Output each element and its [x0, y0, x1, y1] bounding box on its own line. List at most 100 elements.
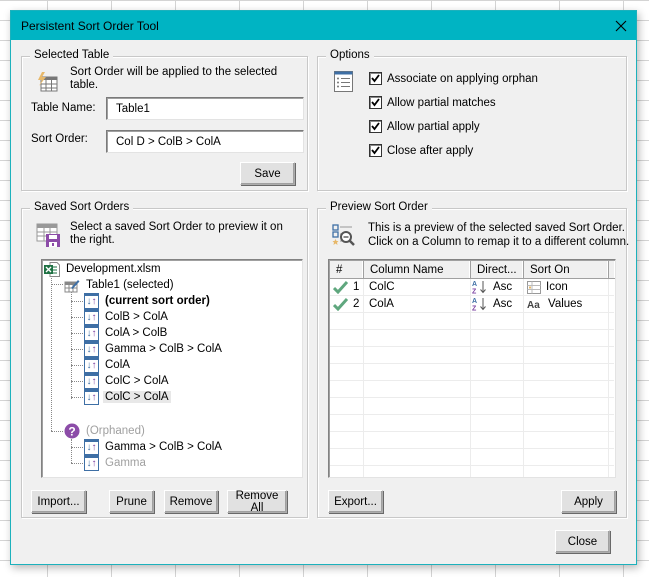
save-button[interactable]: Save: [240, 162, 295, 185]
tree-item-sort-order[interactable]: ↓ ↑ Gamma > ColB > ColA: [84, 439, 224, 455]
tree-connector: [51, 284, 63, 285]
list-header: # Column Name Direct... Sort On: [330, 261, 615, 279]
tree-connector: [71, 463, 85, 464]
svg-text:?: ?: [68, 425, 75, 439]
preview-group-label: Preview Sort Order: [326, 201, 432, 213]
apply-button[interactable]: Apply: [561, 490, 616, 513]
partial-apply-checkbox[interactable]: [369, 120, 382, 133]
window-title: Persistent Sort Order Tool: [21, 18, 159, 33]
preview-row[interactable]: 1 ColC AZ Asc Icon: [330, 279, 614, 296]
tree-connector: [71, 317, 85, 318]
svg-text:A: A: [472, 298, 477, 305]
svg-text:Z: Z: [472, 306, 477, 312]
row-direction: Asc: [493, 281, 513, 293]
sort-order-icon: ↓ ↑: [84, 293, 99, 309]
row-column-name[interactable]: ColA: [369, 296, 394, 312]
tree-item-sort-order[interactable]: ↓ ↑ ColA: [84, 357, 132, 373]
preview-description-line1: This is a preview of the selected saved …: [368, 222, 625, 234]
saved-sort-orders-tree[interactable]: Development.xlsm Table1 (selected) ↓ ↑ (c…: [41, 259, 303, 478]
saved-sort-orders-description: Select a saved Sort Order to preview it …: [70, 221, 283, 246]
saved-sort-orders-group-label: Saved Sort Orders: [30, 201, 134, 213]
tree-connector: [71, 291, 72, 399]
empty-row: [330, 347, 614, 364]
remove-all-button[interactable]: Remove All: [227, 490, 287, 514]
tree-item-sort-order[interactable]: ↓ ↑ Gamma > ColB > ColA: [84, 341, 224, 357]
tree-item-sort-order[interactable]: ↓ ↑ ColA > ColB: [84, 325, 169, 341]
prune-button[interactable]: Prune: [109, 490, 154, 513]
associate-orphan-label: Associate on applying orphan: [387, 72, 538, 85]
sort-order-label: Sort Order:: [31, 133, 88, 145]
checkmark-icon: [371, 122, 380, 131]
column-header-direction[interactable]: Direct...: [471, 261, 524, 279]
question-icon: ?: [64, 423, 80, 439]
sort-order-icon: ↓ ↑: [84, 389, 99, 405]
table-name-label: Table Name:: [31, 102, 96, 114]
tree-item-table[interactable]: Table1 (selected): [64, 277, 176, 293]
row-column-name[interactable]: ColC: [369, 279, 395, 295]
close-after-apply-checkbox[interactable]: [369, 144, 382, 157]
row-sort-on: Icon: [546, 281, 568, 293]
check-icon: [333, 280, 348, 294]
associate-orphan-checkbox[interactable]: [369, 72, 382, 85]
close-icon: [615, 20, 627, 31]
sort-az-icon: AZ: [472, 281, 486, 294]
option-partial-apply[interactable]: Allow partial apply: [369, 120, 480, 133]
table-edit-icon: [64, 279, 80, 292]
tree-item-label: ColC > ColA: [105, 375, 169, 387]
empty-row: [330, 313, 614, 330]
sort-order-icon: ↓ ↑: [84, 325, 99, 341]
svg-text:A: A: [472, 281, 477, 288]
partial-matches-checkbox[interactable]: [369, 96, 382, 109]
preview-columns-list[interactable]: # Column Name Direct... Sort On 1 ColC A…: [328, 259, 616, 478]
column-header-number[interactable]: #: [330, 261, 364, 279]
tree-item-label: ColC > ColA: [103, 391, 171, 403]
tree-item-label: Gamma > ColB > ColA: [105, 441, 222, 453]
tree-item-sort-order[interactable]: ↓ ↑ Gamma: [84, 455, 148, 471]
sort-order-icon: ↓ ↑: [84, 439, 99, 455]
tree-item-label: Table1 (selected): [86, 279, 174, 291]
title-bar: Persistent Sort Order Tool: [11, 11, 636, 40]
dialog-window: Persistent Sort Order Tool Selected Tabl…: [10, 10, 637, 565]
export-button[interactable]: Export...: [328, 490, 383, 513]
option-partial-matches[interactable]: Allow partial matches: [369, 96, 496, 109]
tree-item-sort-order[interactable]: ↓ ↑ ColC > ColA: [84, 373, 171, 389]
sort-order-icon: ↓ ↑: [84, 341, 99, 357]
tree-item-label: Gamma: [105, 457, 146, 469]
tree-connector: [71, 333, 85, 334]
row-sort-on: Values: [548, 298, 583, 310]
partial-apply-label: Allow partial apply: [387, 120, 480, 133]
selected-table-group: Selected Table Sort Order will be applie…: [21, 49, 308, 191]
tree-connector: [71, 447, 85, 448]
list-options-icon: [334, 71, 353, 92]
import-button[interactable]: Import...: [31, 490, 86, 513]
checkmark-icon: [371, 74, 380, 83]
tree-item-orphaned[interactable]: ? (Orphaned): [64, 423, 147, 439]
tree-item-workbook[interactable]: Development.xlsm: [44, 261, 163, 277]
empty-row: [330, 415, 614, 432]
tree-item-sort-order[interactable]: ↓ ↑ (current sort order): [84, 293, 212, 309]
preview-row[interactable]: 2 ColA AZ Asc Aa Values: [330, 296, 614, 313]
sort-order-input[interactable]: Col D > ColB > ColA: [106, 130, 304, 153]
option-close-after-apply[interactable]: Close after apply: [369, 144, 473, 157]
empty-row: [330, 381, 614, 398]
tree-item-label: Gamma > ColB > ColA: [105, 343, 222, 355]
remove-button[interactable]: Remove: [164, 490, 218, 513]
table-lightning-icon: [38, 72, 58, 92]
table-save-icon: [36, 223, 60, 247]
sort-order-icon: ↓ ↑: [84, 309, 99, 325]
close-window-button[interactable]: [606, 11, 636, 40]
tree-connector: [71, 365, 85, 366]
empty-row: [330, 432, 614, 449]
close-button[interactable]: Close: [555, 530, 610, 553]
sort-order-icon: ↓ ↑: [84, 455, 99, 471]
tree-item-label: ColB > ColA: [105, 311, 168, 323]
selected-table-group-label: Selected Table: [30, 49, 114, 61]
option-associate-orphan[interactable]: Associate on applying orphan: [369, 72, 538, 85]
tree-item-sort-order[interactable]: ↓ ↑ ColB > ColA: [84, 309, 170, 325]
table-name-input[interactable]: Table1: [106, 97, 304, 120]
values-icon: Aa: [527, 300, 540, 310]
tree-item-sort-order-selected[interactable]: ↓ ↑ ColC > ColA: [84, 389, 171, 405]
empty-row: [330, 364, 614, 381]
column-header-sort-on[interactable]: Sort On: [524, 261, 609, 279]
column-header-column-name[interactable]: Column Name: [364, 261, 471, 279]
